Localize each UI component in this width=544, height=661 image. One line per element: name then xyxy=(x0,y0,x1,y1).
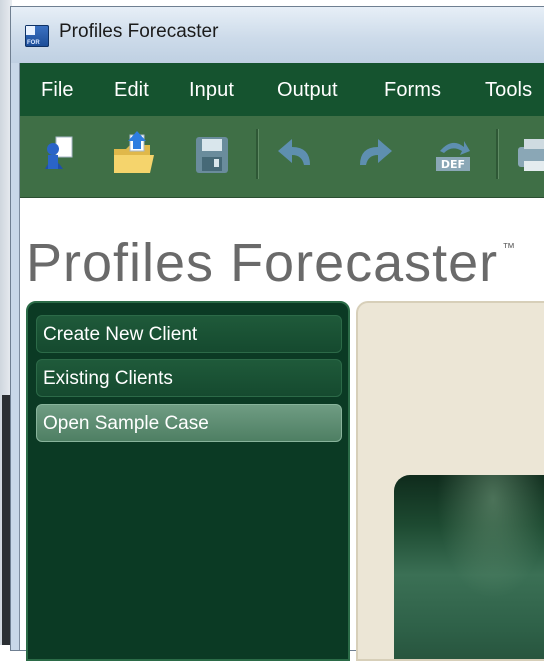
save-button[interactable] xyxy=(186,129,238,181)
default-icon: DEF xyxy=(436,141,470,171)
menu-bar: File Edit Input Output Forms Tools xyxy=(20,63,544,117)
hero-image xyxy=(394,475,544,659)
toolbar-separator xyxy=(496,129,498,179)
new-client-icon xyxy=(45,136,73,169)
app-icon-text: FOR xyxy=(27,40,40,46)
app-window: FOR Profiles Forecaster File Edit Input … xyxy=(10,6,544,661)
app-icon[interactable]: FOR xyxy=(25,25,49,47)
menu-file[interactable]: File xyxy=(41,79,74,102)
menu-tools[interactable]: Tools xyxy=(485,79,532,102)
nav-existing-clients[interactable]: Existing Clients xyxy=(36,359,342,397)
brand-title: Profiles Forecaster ™ xyxy=(26,232,515,294)
taskbar-edge xyxy=(2,395,10,645)
redo-button[interactable] xyxy=(348,129,400,181)
toolbar: DEF xyxy=(20,116,544,198)
print-button[interactable] xyxy=(508,129,544,181)
menu-output[interactable]: Output xyxy=(277,79,338,102)
app-icon-window xyxy=(26,26,35,35)
default-button[interactable]: DEF xyxy=(426,129,478,181)
toolbar-separator xyxy=(256,129,258,179)
trademark: ™ xyxy=(502,240,517,255)
brand-name: Profiles Forecaster xyxy=(26,233,499,293)
client-nav-panel: Create New Client Existing Clients Open … xyxy=(26,301,350,661)
open-button[interactable] xyxy=(108,129,160,181)
title-bar[interactable]: FOR Profiles Forecaster xyxy=(11,7,544,63)
undo-icon xyxy=(278,139,310,165)
undo-button[interactable] xyxy=(270,129,322,181)
nav-create-new-client[interactable]: Create New Client xyxy=(36,315,342,353)
content-pane xyxy=(356,301,544,661)
app-frame: File Edit Input Output Forms Tools DEF P… xyxy=(19,63,544,661)
default-badge: DEF xyxy=(441,158,465,171)
menu-forms[interactable]: Forms xyxy=(384,79,441,102)
print-icon xyxy=(518,139,544,171)
window-title: Profiles Forecaster xyxy=(59,21,219,42)
new-client-button[interactable] xyxy=(36,129,88,181)
redo-icon xyxy=(360,139,392,165)
open-folder-icon xyxy=(114,131,154,173)
save-icon xyxy=(196,137,228,173)
menu-input[interactable]: Input xyxy=(189,79,234,102)
brand-header: Profiles Forecaster ™ xyxy=(20,198,544,300)
menu-edit[interactable]: Edit xyxy=(114,79,149,102)
nav-open-sample-case[interactable]: Open Sample Case xyxy=(36,404,342,442)
